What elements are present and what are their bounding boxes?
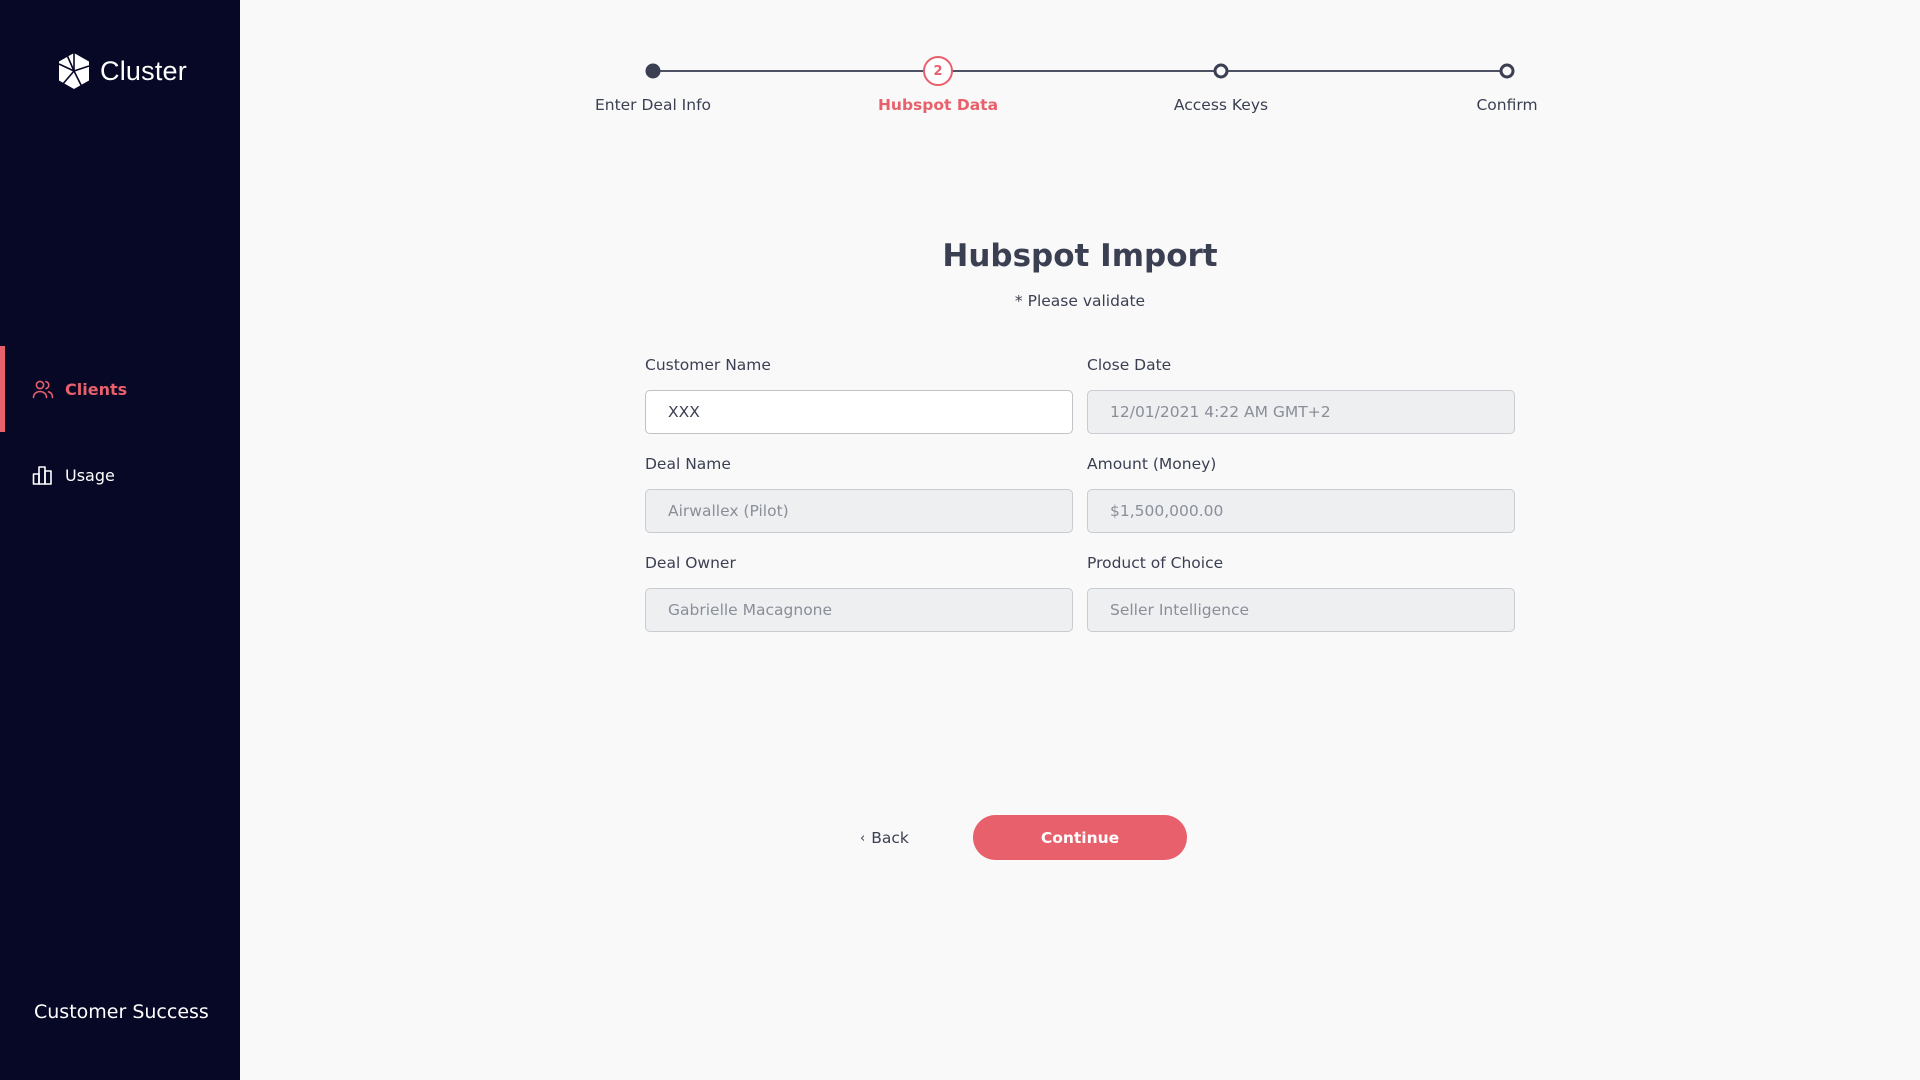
step-label: Hubspot Data: [877, 96, 999, 114]
back-button[interactable]: ‹ Back: [860, 826, 909, 850]
sidebar-item-usage[interactable]: Usage: [0, 432, 240, 518]
brand-name: Cluster: [100, 55, 187, 86]
bar-chart-icon: [32, 466, 52, 485]
customer-name-field: Customer Name: [645, 356, 1073, 434]
chevron-left-icon: ‹: [860, 830, 866, 846]
page-subtitle: * Please validate: [1014, 292, 1146, 310]
step-dot-upcoming: [1213, 63, 1229, 79]
field-label: Customer Name: [645, 356, 771, 374]
deal-name-input[interactable]: [645, 489, 1073, 533]
step-label: Confirm: [1476, 96, 1538, 114]
step-dot-current: 2: [923, 56, 953, 86]
continue-button[interactable]: Continue: [973, 815, 1187, 860]
page-title: Hubspot Import: [942, 238, 1218, 274]
step-dot-complete: [645, 63, 661, 79]
step-label: Access Keys: [1173, 96, 1269, 114]
sidebar-item-label: Clients: [65, 379, 128, 399]
close-date-input[interactable]: [1087, 390, 1515, 434]
step-dot-upcoming: [1499, 63, 1515, 79]
field-label: Close Date: [1087, 356, 1172, 374]
back-button-label: Back: [871, 829, 909, 847]
progress-stepper: Enter Deal Info 2 Hubspot Data Access Ke…: [595, 56, 1538, 126]
field-label: Amount (Money): [1087, 455, 1217, 473]
stepper-line: [652, 70, 1507, 72]
sidebar-item-clients[interactable]: Clients: [0, 346, 240, 432]
deal-owner-input[interactable]: [645, 588, 1073, 632]
close-date-field: Close Date: [1087, 356, 1515, 434]
sidebar: Cluster Clients Usage Customer Success: [0, 0, 240, 1080]
product-of-choice-input[interactable]: [1087, 588, 1515, 632]
amount-field: Amount (Money): [1087, 455, 1515, 533]
amount-input[interactable]: [1087, 489, 1515, 533]
field-label: Deal Name: [645, 455, 731, 473]
field-label: Product of Choice: [1087, 554, 1224, 572]
step-label: Enter Deal Info: [594, 96, 712, 114]
deal-name-field: Deal Name: [645, 455, 1073, 533]
cluster-logo-icon: [58, 53, 90, 90]
deal-owner-field: Deal Owner: [645, 554, 1073, 632]
brand[interactable]: Cluster: [56, 52, 187, 90]
sidebar-item-label: Usage: [65, 465, 115, 485]
app-root: Cluster Clients Usage Customer Success E…: [0, 0, 1920, 1080]
customer-name-input[interactable]: [645, 390, 1073, 434]
product-of-choice-field: Product of Choice: [1087, 554, 1515, 632]
sidebar-footer-label: Customer Success: [34, 1001, 209, 1023]
field-label: Deal Owner: [645, 554, 736, 572]
users-icon: [32, 380, 54, 399]
